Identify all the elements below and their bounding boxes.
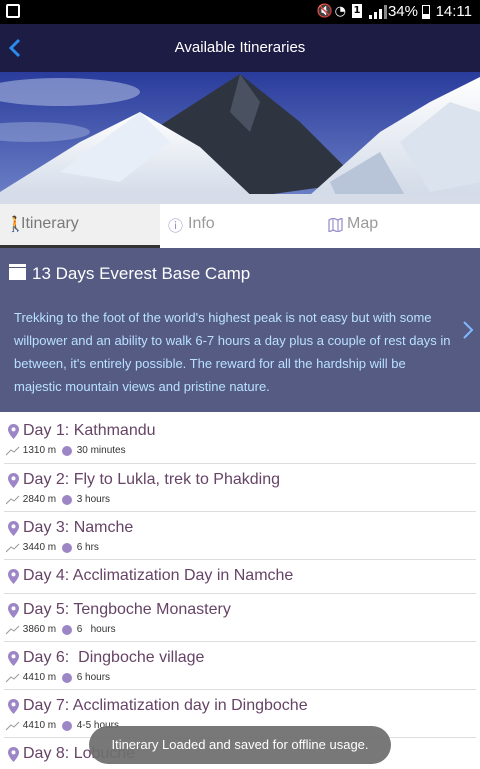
sim-icon: 1 [352,4,362,18]
page-title: Available Itineraries [174,39,306,56]
altitude-trend-icon [6,446,20,455]
tab-map[interactable]: Map [320,204,480,248]
day-meta: 3440 m 6 hrs [6,542,99,556]
map-pin-icon [8,699,19,714]
itinerary-title: 13 Days Everest Base Camp [32,264,251,283]
mute-wifi-icons: 🔇◔ [316,4,348,19]
list-item[interactable]: Day 1: Kathmandu 1310 m 30 minutes [4,412,476,464]
day-title: Day 1: Kathmandu [23,422,156,439]
duration: 6 hours [76,624,116,635]
day-title: Day 7: Acclimatization day in Dingboche [23,697,308,714]
hero-mountain-image [0,72,480,204]
tab-info[interactable]: ⓘ Info [160,204,320,248]
list-item[interactable]: Day 6: Dingboche village 4410 m 6 hours [4,642,476,690]
day-title: Day 4: Acclimatization Day in Namche [23,567,294,584]
day-title: Day 2: Fly to Lukla, trek to Phakding [23,471,281,488]
altitude: 3440 m [22,542,57,553]
map-pin-icon [8,521,19,536]
clock-icon [61,720,72,731]
list-item[interactable]: Day 4: Acclimatization Day in Namche [4,560,476,594]
altitude-trend-icon [6,721,20,730]
day-title: Day 6: Dingboche village [23,649,205,666]
calendar-icon [9,264,26,280]
map-icon [328,218,343,232]
altitude: 4410 m [22,720,57,731]
list-item[interactable]: Day 5: Tengboche Monastery 3860 m 6 hour… [4,594,476,642]
itinerary-description: Trekking to the foot of the world's high… [14,310,451,394]
clock-icon [61,672,72,683]
duration: 3 hours [76,494,111,505]
signal-icon [369,5,387,19]
tab-label: Itinerary [21,215,79,232]
itinerary-summary[interactable]: 13 Days Everest Base Camp Trekking to th… [0,248,480,412]
clock-time: 14:11 [435,3,472,20]
altitude: 2840 m [22,494,57,505]
map-pin-icon [8,424,19,439]
map-pin-icon [8,569,19,584]
battery-icon [422,5,430,19]
day-meta: 4410 m 6 hours [6,672,110,686]
list-item[interactable]: Day 2: Fly to Lukla, trek to Phakding 28… [4,464,476,512]
tab-bar: 🚶 Itinerary ⓘ Info Map [0,204,480,248]
status-bar: 🔇◔ 1 34% 14:11 [0,0,480,24]
list-item[interactable]: Day 3: Namche 3440 m 6 hrs [4,512,476,560]
battery-percent: 34% [387,3,418,20]
tab-itinerary[interactable]: 🚶 Itinerary [0,204,160,248]
altitude-trend-icon [6,625,20,634]
day-meta: 1310 m 30 minutes [6,445,126,459]
chevron-right-icon[interactable] [460,318,476,342]
altitude-trend-icon [6,495,20,504]
altitude: 3860 m [22,624,57,635]
tab-label: Info [188,215,215,232]
map-pin-icon [8,747,19,762]
duration: 6 hours [76,672,111,683]
map-pin-icon [8,473,19,488]
toast-message: Itinerary Loaded and saved for offline u… [89,726,391,764]
day-meta: 3860 m 6 hours [6,624,116,638]
tab-label: Map [347,215,379,232]
day-title: Day 3: Namche [23,519,134,536]
clock-icon [61,542,72,553]
app-header: Available Itineraries [0,24,480,72]
altitude-trend-icon [6,673,20,682]
day-meta: 2840 m 3 hours [6,494,110,508]
duration: 30 minutes [76,445,126,456]
altitude: 4410 m [22,672,57,683]
clock-icon [61,494,72,505]
duration: 6 hrs [76,542,99,553]
day-title: Day 5: Tengboche Monastery [23,601,231,618]
map-pin-icon [8,603,19,618]
clock-icon [61,624,72,635]
clock-icon [61,445,72,456]
gallery-notification-icon [6,4,20,18]
info-icon: ⓘ [168,217,184,235]
map-pin-icon [8,651,19,666]
altitude: 1310 m [22,445,57,456]
altitude-trend-icon [6,543,20,552]
